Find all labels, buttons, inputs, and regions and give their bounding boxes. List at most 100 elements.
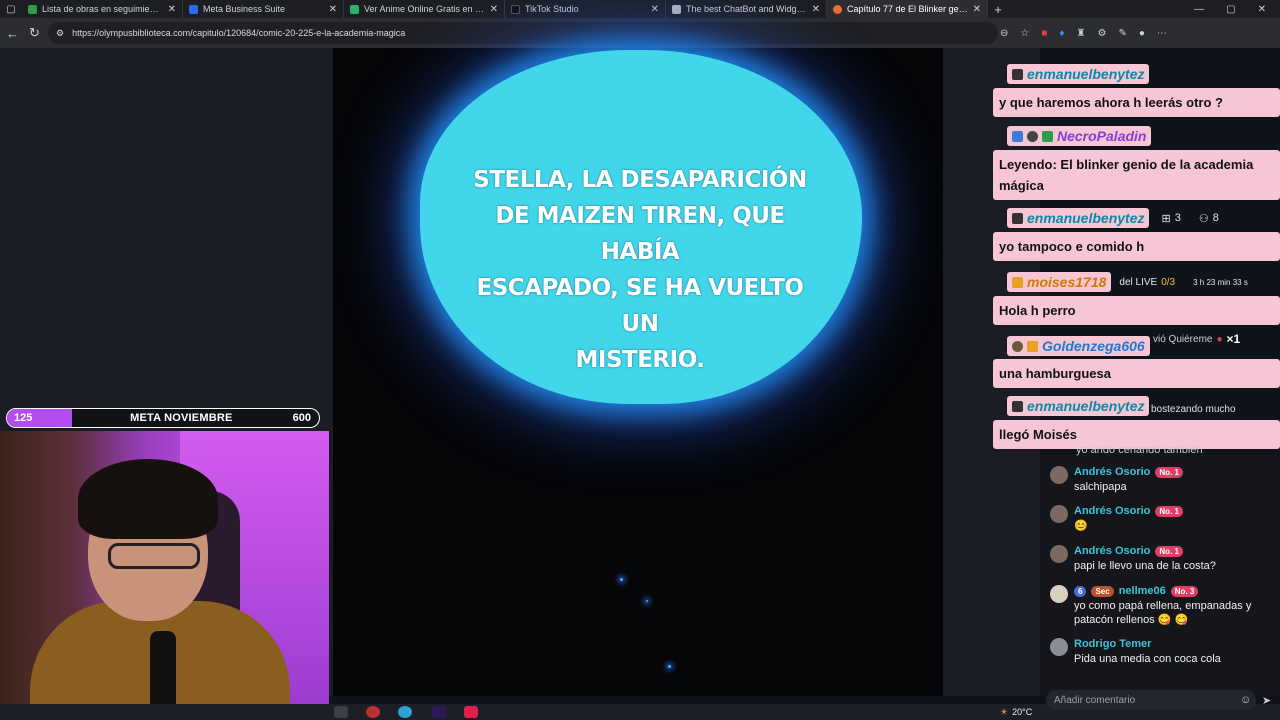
olympus-icon [833, 4, 842, 14]
comment-input[interactable]: Añadir comentario [1046, 690, 1256, 710]
close-icon[interactable]: ✕ [329, 4, 337, 15]
emoji-icon[interactable]: ☺ [1240, 694, 1251, 706]
badge-icon [1012, 130, 1023, 142]
gift-icon: ⊞ [1161, 212, 1171, 225]
meta-icon [189, 4, 198, 14]
rank-badge: No. 1 [1155, 545, 1183, 557]
overlay-message: una hamburguesa [993, 359, 1280, 388]
overlay-user: enmanuelbenytez ⊞ 3 ⚇ 8 [1007, 208, 1219, 228]
live-goal: del LIVE 0/3 [1119, 276, 1176, 288]
send-icon[interactable]: ➤ [1262, 694, 1271, 707]
comment-text: Pida una media con coca cola [1074, 653, 1221, 665]
comment-text: 😊 [1074, 520, 1088, 532]
tab-0[interactable]: Lista de obras en seguimiento - l ✕ [22, 0, 183, 18]
reload-icon[interactable]: ↻ [29, 25, 40, 41]
badge-icon [1012, 340, 1023, 352]
chat-comment: Andrés Osorio No. 1 papi le llevo una de … [1050, 545, 1274, 573]
comment-text: papi le llevo una de la costa? [1074, 560, 1216, 572]
weather-widget[interactable]: ☀ 20°C [1000, 704, 1032, 720]
chatbot-icon [672, 4, 681, 14]
close-icon[interactable]: ✕ [168, 4, 176, 15]
goal-bar: 125 META NOVIEMBRE 600 [6, 408, 320, 428]
goal-target: 600 [292, 412, 311, 424]
avatar[interactable] [1050, 466, 1068, 484]
comment-user[interactable]: Andrés Osorio [1074, 466, 1150, 478]
mod-badge-icon [1012, 68, 1023, 80]
premiere-icon[interactable] [432, 706, 446, 718]
mod-badge-icon [1012, 400, 1023, 412]
chat-overlay: enmanuelbenytez y que haremos ahora h le… [993, 34, 1280, 454]
tab-1[interactable]: Meta Business Suite ✕ [183, 0, 344, 18]
comment-user[interactable]: nellme06 [1119, 585, 1166, 597]
badge-icon [1027, 130, 1038, 142]
comment-user[interactable]: Rodrigo Temer [1074, 638, 1151, 650]
level-badge: 6 [1074, 585, 1087, 597]
comment-text: yo como papá rellena, empanadas y patacó… [1074, 600, 1252, 626]
crown-icon [1012, 276, 1023, 288]
sparkle [646, 600, 648, 602]
overlay-user: NecroPaladin [1007, 126, 1152, 146]
webcam-feed [0, 431, 329, 720]
chat-comment: 6 Sec nellme06 No. 3 yo como papá rellena… [1050, 585, 1274, 627]
tab-2[interactable]: Ver Anime Online Gratis en HD y ✕ [344, 0, 505, 18]
site-info-icon[interactable]: ⚙ [56, 28, 64, 39]
overlay-message: y que haremos ahora h leerás otro ? [993, 88, 1280, 117]
comment-text: salchipapa [1074, 481, 1127, 493]
close-icon[interactable]: ✕ [812, 4, 820, 15]
gift-counter: ⊞ 3 [1161, 212, 1181, 225]
live-timer: 3 h 23 min 33 s [1193, 277, 1248, 287]
goal-current: 125 [14, 412, 33, 424]
window-menu-icon[interactable]: ▢ [0, 0, 22, 18]
back-icon[interactable]: ← [6, 26, 19, 41]
gift-rose-icon: ● [1216, 333, 1223, 345]
comment-user[interactable]: Andrés Osorio [1074, 505, 1150, 517]
user-counter: ⚇ 8 [1198, 212, 1219, 225]
webcam-person-glasses [108, 543, 200, 569]
avatar[interactable] [1050, 585, 1068, 603]
overlay-user: enmanuelbenytez [1007, 396, 1150, 416]
maximize-icon[interactable]: ▢ [1226, 4, 1235, 15]
rank-badge: No. 1 [1155, 466, 1183, 478]
sparkle [620, 578, 623, 581]
overlay-user: Goldenzega606 [1007, 336, 1150, 356]
anime-icon [350, 4, 359, 14]
avatar[interactable] [1050, 545, 1068, 563]
close-icon[interactable]: ✕ [973, 4, 981, 15]
partial-chat-text: yo ando cenando también [1076, 444, 1203, 456]
close-icon[interactable]: ✕ [651, 4, 659, 15]
avatar[interactable] [1050, 638, 1068, 656]
minimize-icon[interactable]: — [1194, 4, 1204, 15]
overlay-user: moises1718 del LIVE 0/3 3 h 23 min 33 s [1007, 272, 1248, 292]
comment-user[interactable]: Andrés Osorio [1074, 545, 1150, 557]
tab-3[interactable]: TikTok Studio ✕ [505, 0, 666, 18]
url-text: https://olympusbiblioteca.com/capitulo/1… [72, 28, 406, 38]
new-tab-icon[interactable]: + [988, 0, 1008, 18]
tab-strip: ▢ Lista de obras en seguimiento - l ✕ Met… [0, 0, 1280, 18]
webcam-person-hair [78, 459, 218, 539]
overlay-message: Hola h perro [993, 296, 1280, 325]
edge-icon[interactable] [398, 706, 412, 718]
taskbar-app-icon[interactable] [366, 706, 380, 718]
avatar[interactable] [1050, 505, 1068, 523]
gift-notice: vió Quiéreme ● ×1 [1153, 332, 1241, 346]
window-controls: — ▢ ✕ [1194, 0, 1280, 18]
tiktok-app-icon[interactable] [464, 706, 478, 718]
chat-comment: Andrés Osorio No. 1 😊 [1050, 505, 1274, 533]
mod-badge-icon [1012, 212, 1023, 224]
rank-badge: No. 3 [1170, 585, 1199, 597]
tab-5[interactable]: Capítulo 77 de El Blinker genio d ✕ [827, 0, 988, 18]
close-window-icon[interactable]: ✕ [1258, 4, 1266, 15]
overlay-message: yo tampoco e comido h [993, 232, 1280, 261]
sheets-icon [28, 4, 37, 14]
close-icon[interactable]: ✕ [490, 4, 498, 15]
rank-badge: No. 1 [1155, 505, 1183, 517]
overlay-user: enmanuelbenytez [1007, 64, 1150, 84]
address-bar[interactable]: ⚙ https://olympusbiblioteca.com/capitulo… [48, 22, 998, 44]
tiktok-icon [511, 4, 520, 14]
badge-icon [1042, 130, 1053, 142]
sub-badge: Sec [1091, 585, 1114, 597]
tab-4[interactable]: The best ChatBot and Widgets fo ✕ [666, 0, 827, 18]
taskbar-app-icon[interactable] [334, 706, 348, 718]
sparkle [668, 665, 671, 668]
speech-bubble-text: STELLA, LA DESAPARICIÓN DE MAIZEN TIREN,… [473, 167, 807, 373]
